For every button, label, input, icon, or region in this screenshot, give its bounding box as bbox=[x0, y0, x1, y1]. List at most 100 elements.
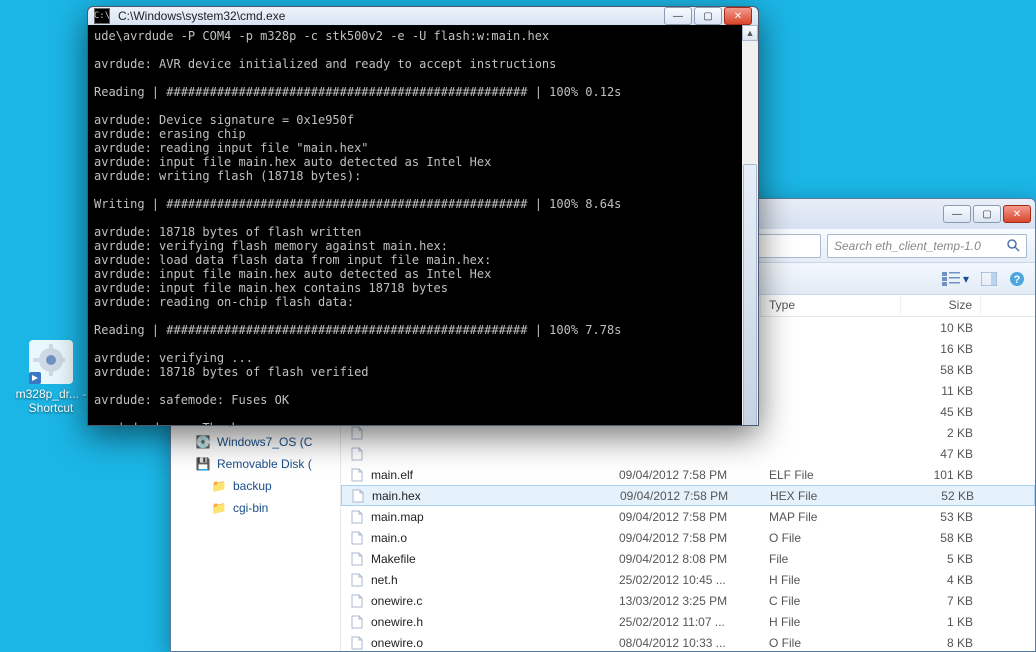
file-name: net.h bbox=[371, 573, 398, 587]
file-icon bbox=[349, 425, 365, 441]
file-type: H File bbox=[761, 615, 901, 629]
file-size: 10 KB bbox=[901, 321, 981, 335]
file-name: main.map bbox=[371, 510, 424, 524]
file-name: main.hex bbox=[372, 489, 421, 503]
file-name: onewire.c bbox=[371, 594, 422, 608]
file-date: 09/04/2012 7:58 PM bbox=[612, 489, 762, 503]
file-size: 53 KB bbox=[901, 510, 981, 524]
cmd-output: ude\avrdude -P COM4 -p m328p -c stk500v2… bbox=[88, 25, 742, 426]
table-row[interactable]: net.h 25/02/2012 10:45 ...H File4 KB bbox=[341, 569, 1035, 590]
file-icon bbox=[349, 467, 365, 483]
cmd-icon: C:\ bbox=[94, 8, 110, 24]
help-button[interactable]: ? bbox=[1009, 271, 1025, 287]
file-size: 1 KB bbox=[901, 615, 981, 629]
desktop-shortcut-label: m328p_dr... - Shortcut bbox=[14, 388, 88, 416]
folder-icon: 📁 bbox=[211, 478, 227, 494]
file-size: 2 KB bbox=[901, 426, 981, 440]
file-name: Makefile bbox=[371, 552, 416, 566]
file-size: 58 KB bbox=[901, 363, 981, 377]
file-size: 47 KB bbox=[901, 447, 981, 461]
file-name: main.elf bbox=[371, 468, 413, 482]
cmd-scrollbar[interactable]: ▲ ▼ bbox=[742, 25, 758, 426]
cmd-titlebar[interactable]: C:\ C:\Windows\system32\cmd.exe — ▢ ✕ bbox=[88, 7, 758, 25]
file-type: File bbox=[761, 552, 901, 566]
minimize-button[interactable]: — bbox=[943, 205, 971, 223]
table-row[interactable]: onewire.h 25/02/2012 11:07 ...H File1 KB bbox=[341, 611, 1035, 632]
nav-cgibin-folder[interactable]: 📁cgi-bin bbox=[175, 497, 336, 519]
gear-icon bbox=[27, 338, 75, 386]
file-type: O File bbox=[761, 531, 901, 545]
file-type: HEX File bbox=[762, 489, 902, 503]
cmd-window: C:\ C:\Windows\system32\cmd.exe — ▢ ✕ ud… bbox=[87, 6, 759, 426]
disk-icon: 💽 bbox=[195, 434, 211, 450]
scroll-up-button[interactable]: ▲ bbox=[742, 25, 758, 41]
file-size: 16 KB bbox=[901, 342, 981, 356]
cmd-title: C:\Windows\system32\cmd.exe bbox=[118, 9, 656, 23]
file-type: C File bbox=[761, 594, 901, 608]
chevron-down-icon: ▾ bbox=[963, 272, 969, 286]
col-size[interactable]: Size bbox=[901, 295, 981, 316]
usb-icon: 💾 bbox=[195, 456, 211, 472]
file-date: 08/04/2012 10:33 ... bbox=[611, 636, 761, 650]
nav-removable-disk[interactable]: 💾Removable Disk ( bbox=[175, 453, 336, 475]
table-row[interactable]: main.o 09/04/2012 7:58 PMO File58 KB bbox=[341, 527, 1035, 548]
file-name: onewire.h bbox=[371, 615, 423, 629]
file-size: 101 KB bbox=[901, 468, 981, 482]
file-size: 52 KB bbox=[902, 489, 982, 503]
search-input[interactable]: Search eth_client_temp-1.0 bbox=[827, 234, 1027, 258]
file-date: 09/04/2012 8:08 PM bbox=[611, 552, 761, 566]
table-row[interactable]: 47 KB bbox=[341, 443, 1035, 464]
file-icon bbox=[349, 446, 365, 462]
file-type: H File bbox=[761, 573, 901, 587]
file-size: 8 KB bbox=[901, 636, 981, 650]
search-icon bbox=[1007, 239, 1020, 252]
close-button[interactable]: ✕ bbox=[724, 7, 752, 25]
file-size: 45 KB bbox=[901, 405, 981, 419]
file-icon bbox=[349, 614, 365, 630]
table-row[interactable]: onewire.c 13/03/2012 3:25 PMC File7 KB bbox=[341, 590, 1035, 611]
table-row[interactable]: onewire.o 08/04/2012 10:33 ...O File8 KB bbox=[341, 632, 1035, 651]
table-row[interactable]: main.hex 09/04/2012 7:58 PMHEX File52 KB bbox=[341, 485, 1035, 506]
col-type[interactable]: Type bbox=[761, 295, 901, 316]
file-name: onewire.o bbox=[371, 636, 423, 650]
file-size: 4 KB bbox=[901, 573, 981, 587]
search-placeholder: Search eth_client_temp-1.0 bbox=[834, 239, 981, 253]
file-icon bbox=[349, 509, 365, 525]
preview-pane-button[interactable] bbox=[981, 272, 997, 286]
minimize-button[interactable]: — bbox=[664, 7, 692, 25]
file-icon bbox=[349, 593, 365, 609]
table-row[interactable]: main.elf 09/04/2012 7:58 PMELF File101 KB bbox=[341, 464, 1035, 485]
maximize-button[interactable]: ▢ bbox=[694, 7, 722, 25]
file-type: MAP File bbox=[761, 510, 901, 524]
file-type: O File bbox=[761, 636, 901, 650]
file-icon bbox=[349, 572, 365, 588]
table-row[interactable]: main.map 09/04/2012 7:58 PMMAP File53 KB bbox=[341, 506, 1035, 527]
file-type: ELF File bbox=[761, 468, 901, 482]
view-icons-button[interactable]: ▾ bbox=[942, 272, 969, 286]
nav-win7-disk[interactable]: 💽Windows7_OS (C bbox=[175, 431, 336, 453]
file-date: 09/04/2012 7:58 PM bbox=[611, 468, 761, 482]
close-button[interactable]: ✕ bbox=[1003, 205, 1031, 223]
file-date: 25/02/2012 11:07 ... bbox=[611, 615, 761, 629]
file-date: 13/03/2012 3:25 PM bbox=[611, 594, 761, 608]
file-date: 09/04/2012 7:58 PM bbox=[611, 510, 761, 524]
file-date: 25/02/2012 10:45 ... bbox=[611, 573, 761, 587]
file-size: 7 KB bbox=[901, 594, 981, 608]
file-icon bbox=[350, 488, 366, 504]
table-row[interactable]: Makefile 09/04/2012 8:08 PMFile5 KB bbox=[341, 548, 1035, 569]
folder-icon: 📁 bbox=[211, 500, 227, 516]
scroll-thumb[interactable] bbox=[743, 164, 757, 426]
file-size: 58 KB bbox=[901, 531, 981, 545]
scroll-track[interactable] bbox=[742, 41, 758, 426]
svg-text:?: ? bbox=[1014, 274, 1021, 286]
file-date: 09/04/2012 7:58 PM bbox=[611, 531, 761, 545]
desktop-shortcut[interactable]: m328p_dr... - Shortcut bbox=[14, 338, 88, 416]
nav-backup-folder[interactable]: 📁backup bbox=[175, 475, 336, 497]
file-name: main.o bbox=[371, 531, 407, 545]
file-icon bbox=[349, 530, 365, 546]
file-size: 11 KB bbox=[901, 384, 981, 398]
maximize-button[interactable]: ▢ bbox=[973, 205, 1001, 223]
file-icon bbox=[349, 635, 365, 651]
file-icon bbox=[349, 551, 365, 567]
file-size: 5 KB bbox=[901, 552, 981, 566]
